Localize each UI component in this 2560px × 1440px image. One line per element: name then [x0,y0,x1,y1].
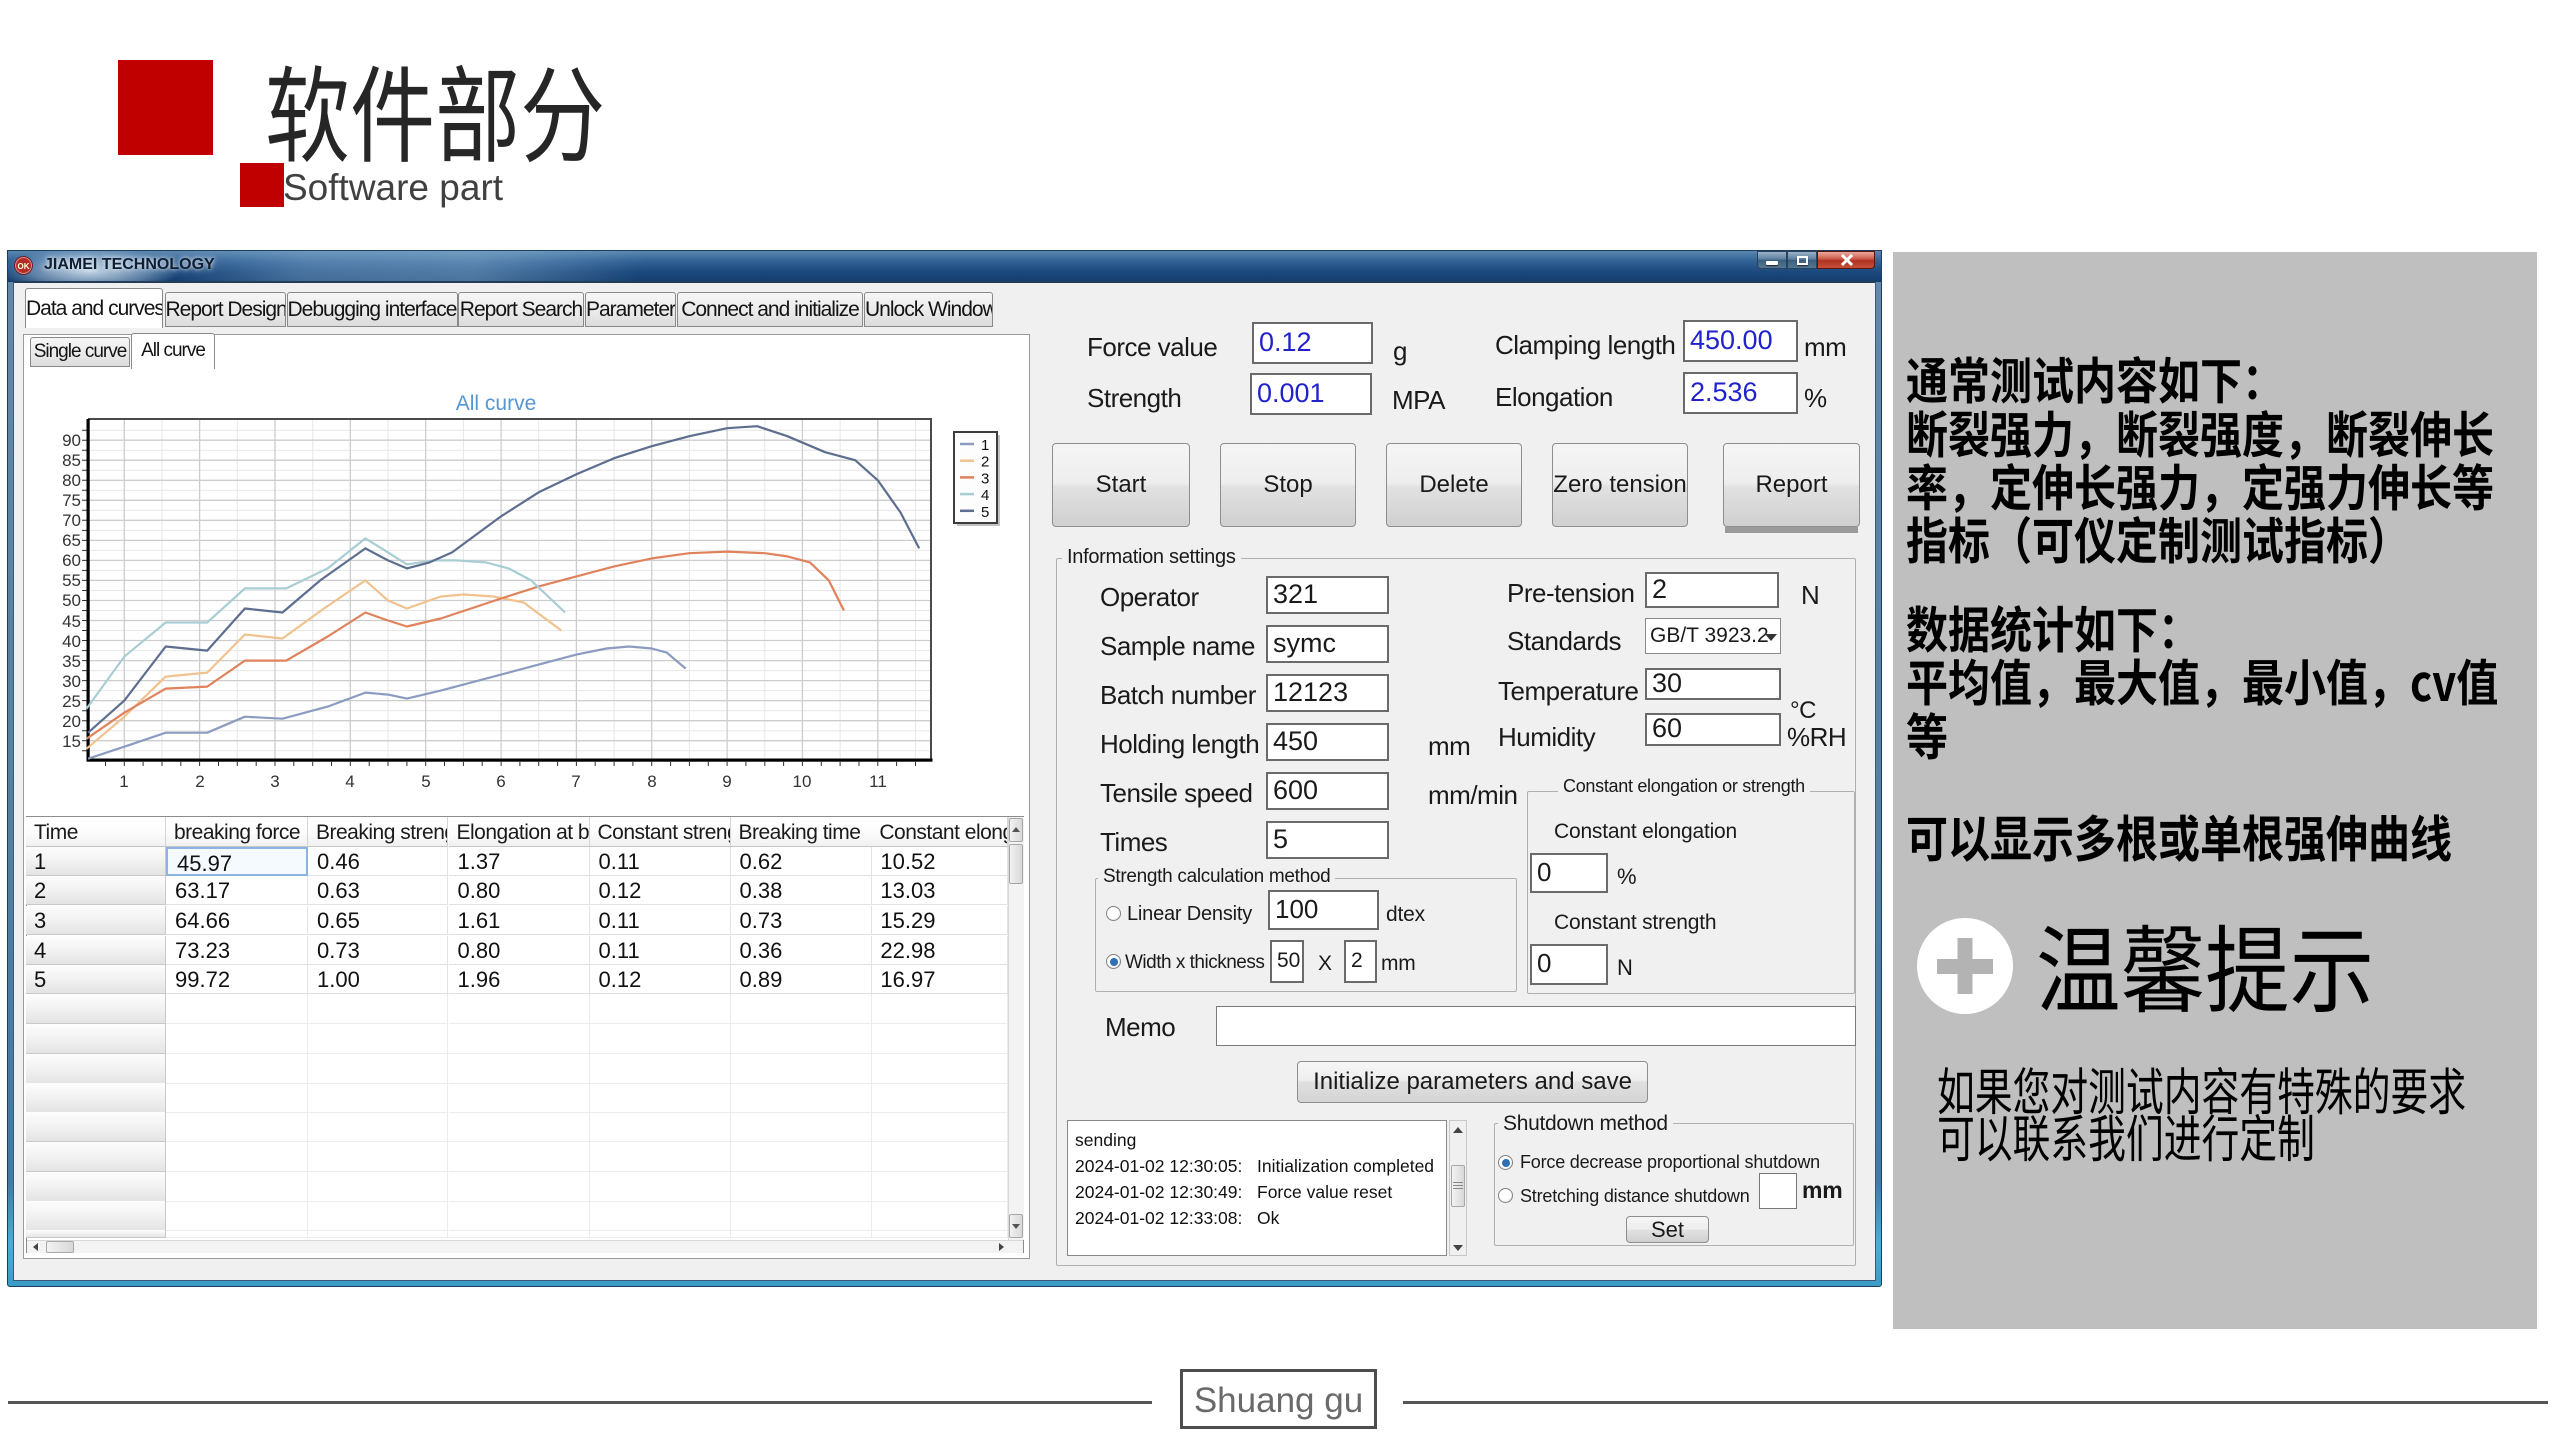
svg-text:5: 5 [981,504,989,521]
svg-text:11: 11 [869,772,887,791]
svg-text:55: 55 [62,571,81,590]
svg-text:1: 1 [981,437,989,454]
svg-text:20: 20 [62,712,81,731]
svg-text:All curve: All curve [456,392,537,415]
svg-text:7: 7 [571,772,580,791]
svg-text:3: 3 [270,772,279,791]
svg-text:4: 4 [345,772,354,791]
svg-text:85: 85 [62,451,81,470]
svg-text:5: 5 [421,772,430,791]
svg-text:30: 30 [62,672,81,691]
svg-text:6: 6 [496,772,505,791]
svg-text:9: 9 [722,772,731,791]
svg-text:60: 60 [62,551,81,570]
svg-text:40: 40 [62,632,81,651]
svg-text:4: 4 [981,487,989,504]
svg-text:8: 8 [647,772,656,791]
svg-text:75: 75 [62,491,81,510]
svg-text:1: 1 [119,772,128,791]
svg-text:15: 15 [62,732,81,751]
svg-text:2: 2 [981,454,989,471]
svg-text:50: 50 [62,591,81,610]
svg-text:10: 10 [793,772,812,791]
svg-text:OK: OK [18,262,30,271]
svg-text:70: 70 [62,511,81,530]
svg-text:80: 80 [62,471,81,490]
svg-text:25: 25 [62,692,81,711]
svg-text:35: 35 [62,652,81,671]
svg-text:2: 2 [195,772,204,791]
svg-text:65: 65 [62,531,81,550]
svg-text:3: 3 [981,470,989,487]
svg-text:45: 45 [62,612,81,631]
svg-text:90: 90 [62,431,81,450]
